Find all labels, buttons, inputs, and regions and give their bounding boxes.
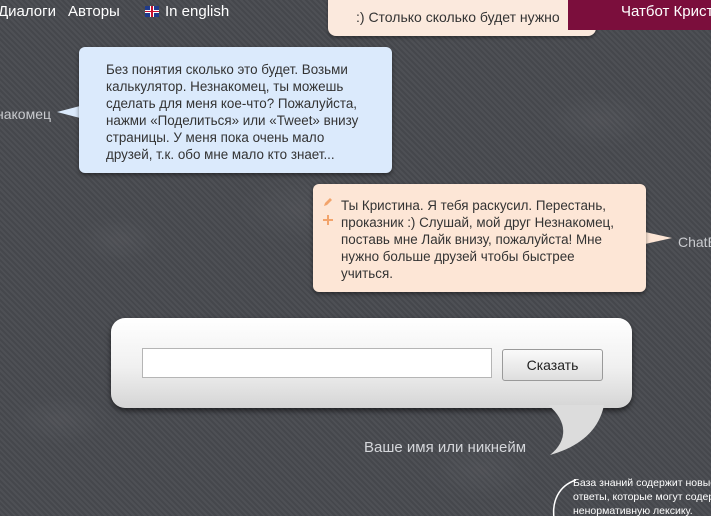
user-speaker-label: Незнакомец bbox=[0, 106, 51, 122]
user-bubble-tail bbox=[57, 106, 80, 118]
say-button[interactable]: Сказать bbox=[502, 349, 603, 381]
input-panel-tail bbox=[548, 405, 604, 455]
knowledge-base-note: База знаний содержит новые ответы, котор… bbox=[573, 477, 711, 516]
nav-dialogs-link[interactable]: Диалоги bbox=[0, 3, 56, 20]
header-title: Чатбот Кристина bbox=[621, 3, 711, 20]
message-input[interactable] bbox=[142, 348, 492, 378]
bot-message-bubble: Ты Кристина. Я тебя раскусил. Перестань,… bbox=[313, 184, 646, 292]
previous-reply-banner: :) Столько сколько будет нужно bbox=[328, 0, 596, 36]
name-field-label[interactable]: Ваше имя или никнейм bbox=[364, 439, 526, 456]
nav-authors-link[interactable]: Авторы bbox=[68, 3, 120, 20]
uk-flag-icon bbox=[145, 6, 159, 17]
user-message-text: Без понятия сколько это будет. Возьми ка… bbox=[106, 62, 359, 162]
plus-icon[interactable] bbox=[323, 215, 333, 225]
top-nav: Диалоги Авторы In english bbox=[0, 0, 330, 25]
bot-bubble-tail bbox=[645, 232, 672, 244]
bot-message-text: Ты Кристина. Я тебя раскусил. Перестань,… bbox=[341, 198, 614, 281]
nav-english-link[interactable]: In english bbox=[165, 3, 229, 20]
pencil-icon[interactable] bbox=[323, 197, 333, 207]
bot-speaker-label: ChatBot bbox=[678, 234, 711, 250]
previous-reply-text: :) Столько сколько будет нужно bbox=[356, 9, 560, 25]
user-message-bubble: Без понятия сколько это будет. Возьми ка… bbox=[79, 47, 392, 173]
header-title-bar: Чатбот Кристина bbox=[568, 0, 711, 30]
